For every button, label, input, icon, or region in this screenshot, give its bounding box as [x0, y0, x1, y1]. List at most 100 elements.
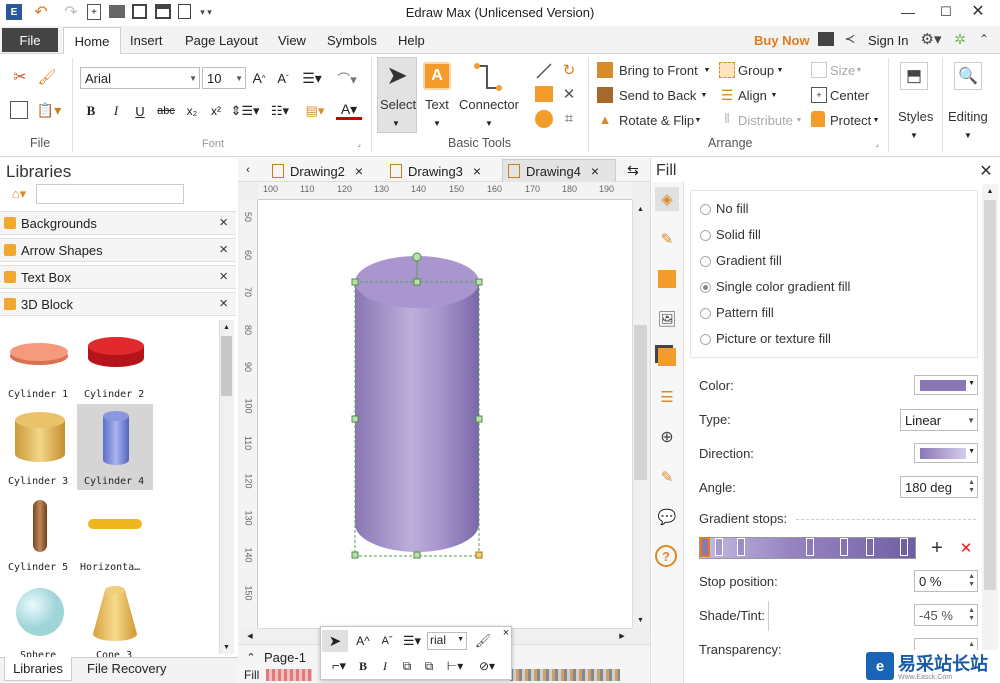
close-icon[interactable]: ×	[219, 241, 228, 258]
line-style-icon[interactable]: ✎	[655, 227, 679, 251]
send-back-icon[interactable]: ⧉	[420, 658, 438, 674]
tabs-scroll-left-icon[interactable]: ‹	[242, 163, 254, 177]
text-tool-icon[interactable]: A	[423, 62, 451, 90]
cross-tool-icon[interactable]: ✕	[560, 85, 578, 103]
layers-icon[interactable]	[655, 345, 679, 369]
line-spacing-icon[interactable]: ⇕☰▾	[230, 102, 259, 120]
library-category-text-box[interactable]: Text Box ×	[0, 265, 236, 289]
spinner-icon[interactable]: ▲▼	[968, 479, 975, 495]
cylinder-1-shape[interactable]	[8, 336, 70, 370]
scroll-right-icon[interactable]: ▶	[616, 630, 628, 642]
tab-home[interactable]: Home	[63, 27, 121, 55]
share-icon[interactable]: ≺	[842, 31, 858, 47]
fill-panel-scroll-thumb[interactable]	[984, 200, 996, 590]
globe-icon[interactable]: ⊕	[655, 425, 679, 449]
option-label[interactable]: Pattern fill	[716, 305, 774, 320]
close-icon[interactable]: ×	[355, 163, 363, 179]
scroll-up-icon[interactable]: ▲	[220, 321, 233, 333]
gradient-stop-handle[interactable]	[900, 538, 908, 556]
close-panel-icon[interactable]: ✕	[978, 163, 994, 180]
ellipse-tool-icon[interactable]	[535, 110, 553, 128]
library-category-3d-block[interactable]: 3D Block ×	[0, 292, 236, 316]
font-name-select[interactable]: Arial ▼	[80, 67, 200, 89]
scroll-up-icon[interactable]: ▲	[634, 203, 647, 215]
close-icon[interactable]: ×	[219, 295, 228, 312]
tab-drawing4[interactable]: Drawing4 ×	[508, 160, 599, 182]
gradient-stop-handle[interactable]	[866, 538, 874, 556]
cylinder-2-shape[interactable]	[86, 334, 146, 372]
spinner-icon[interactable]: ▲▼	[968, 573, 975, 589]
size-button[interactable]: Size	[830, 63, 855, 78]
fill-bucket-icon[interactable]: ◈	[655, 187, 679, 211]
cut-icon[interactable]: ✂	[10, 68, 30, 86]
gradient-stop-handle[interactable]	[700, 537, 710, 557]
color-palette-strip[interactable]	[266, 669, 312, 681]
font-size-select[interactable]: 10 ▼	[202, 67, 246, 89]
close-icon[interactable]: ×	[500, 627, 512, 639]
sphere-shape[interactable]	[14, 586, 66, 638]
align-button[interactable]: Align	[738, 88, 767, 103]
cylinder-5-shape[interactable]	[30, 496, 50, 556]
direction-picker[interactable]: ▼	[914, 443, 978, 463]
image-icon[interactable]: 🖼	[655, 307, 679, 331]
gradient-stop-handle[interactable]	[737, 538, 745, 556]
buy-now-link[interactable]: Buy Now	[754, 33, 810, 48]
collapse-ribbon-icon[interactable]: ⌃	[976, 31, 992, 47]
tab-symbols[interactable]: Symbols	[327, 33, 377, 48]
document-properties-icon[interactable]: ☰	[655, 385, 679, 409]
center-button[interactable]: Center	[830, 88, 869, 103]
close-icon[interactable]: ×	[591, 163, 599, 179]
home-icon[interactable]: ⌂▾	[4, 186, 34, 202]
close-icon[interactable]: ×	[219, 268, 228, 285]
dialog-launcher-icon[interactable]: ⌟	[872, 138, 882, 148]
tab-view[interactable]: View	[278, 33, 306, 48]
scroll-down-icon[interactable]: ▼	[220, 641, 233, 653]
selected-cylinder-shape[interactable]	[340, 250, 500, 570]
tab-page-layout[interactable]: Page Layout	[185, 33, 258, 48]
scroll-down-icon[interactable]: ▼	[634, 614, 647, 626]
library-scroll-thumb[interactable]	[221, 336, 232, 396]
library-category-arrow-shapes[interactable]: Arrow Shapes ×	[0, 238, 236, 262]
tab-drawing2[interactable]: Drawing2 ×	[272, 160, 363, 182]
rectangle-tool-icon[interactable]	[535, 86, 553, 102]
scroll-left-icon[interactable]: ◀	[244, 630, 256, 642]
library-search-input[interactable]	[36, 184, 184, 204]
connector-style-icon[interactable]: ⌐▾	[326, 656, 352, 676]
gradient-stop-handle[interactable]	[715, 538, 723, 556]
option-label[interactable]: Gradient fill	[716, 253, 782, 268]
line-style-icon[interactable]: ⊘▾	[474, 656, 500, 676]
tab-libraries[interactable]: Libraries	[4, 657, 72, 681]
bring-to-front-button[interactable]: Bring to Front	[619, 63, 698, 78]
send-to-back-button[interactable]: Send to Back	[619, 88, 696, 103]
chevron-up-icon[interactable]: ⌃	[244, 650, 258, 664]
tab-help[interactable]: Help	[398, 33, 425, 48]
font-color-icon[interactable]: A▾	[336, 101, 362, 120]
help-icon[interactable]: ?	[655, 545, 677, 567]
option-label[interactable]: No fill	[716, 201, 749, 216]
radio-pattern-fill[interactable]	[700, 308, 711, 319]
protect-button[interactable]: Protect	[830, 113, 871, 128]
styles-button[interactable]: Styles	[898, 109, 933, 124]
minimize-icon[interactable]: —	[898, 2, 918, 22]
superscript-icon[interactable]: x²	[207, 102, 225, 120]
bring-front-icon[interactable]: ⧉	[398, 658, 416, 674]
cone-3-shape[interactable]	[90, 584, 140, 644]
remove-stop-icon[interactable]: ✕	[958, 540, 974, 557]
comment-icon[interactable]: 💬	[655, 505, 679, 529]
color-palette-strip[interactable]	[510, 669, 620, 681]
close-icon[interactable]: ×	[219, 214, 228, 231]
close-window-icon[interactable]: ✕	[968, 1, 988, 21]
paste-icon[interactable]: 📋▾	[36, 101, 62, 119]
copy-icon[interactable]	[10, 101, 28, 119]
rotate-flip-button[interactable]: Rotate & Flip	[619, 113, 694, 128]
dialog-launcher-icon[interactable]: ⌟	[354, 138, 364, 148]
align-text-icon[interactable]: ☰▾	[298, 68, 326, 88]
gradient-stop-handle[interactable]	[840, 538, 848, 556]
italic-icon[interactable]: I	[378, 656, 392, 676]
tabs-nav-arrows-icon[interactable]: ⇆	[620, 162, 646, 178]
add-stop-icon[interactable]: +	[928, 537, 946, 559]
option-label[interactable]: Solid fill	[716, 227, 761, 242]
subscript-icon[interactable]: x₂	[183, 102, 201, 120]
mini-font-select[interactable]: rial ▼	[427, 632, 467, 650]
bold-icon[interactable]: B	[84, 102, 98, 120]
